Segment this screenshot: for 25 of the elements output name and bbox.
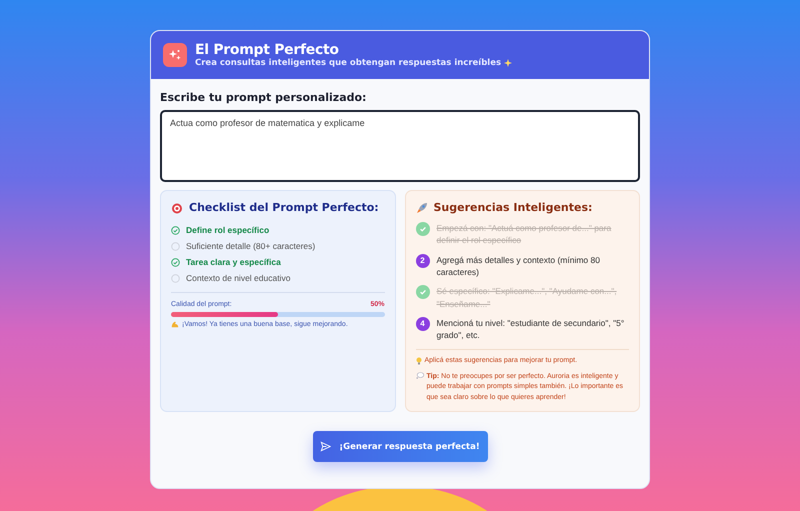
checklist-title: Checklist del Prompt Perfecto:: [189, 201, 379, 214]
sparkle-icon: [504, 59, 512, 67]
checklist-item: Tarea clara y específica: [186, 257, 281, 267]
suggestions-title: Sugerencias Inteligentes:: [434, 201, 592, 214]
suggestion-text: Sé específico: "Explicame...", "Ayudame con...", "Enseñame...": [436, 285, 618, 310]
target-icon: [171, 202, 183, 214]
flexed-arm-icon: [171, 320, 179, 328]
checklist-item: Contexto de nivel educativo: [186, 273, 290, 283]
lightbulb-icon: [416, 356, 422, 364]
suggestion-text: Empezá con: "Actuá como profesor de..." para definir el rol específico: [436, 222, 612, 247]
checklist-item: Define rol específico: [186, 225, 270, 235]
suggestion-text: Agregá más detalles y contexto (mínimo 80 caracteres): [436, 254, 601, 278]
checklist-item: Suficiente detalle (80+ caracteres): [186, 241, 316, 251]
thought-bubble-icon: [416, 372, 424, 378]
suggestion-text: Mencioná tu nivel: "estudiante de secundario", "5° grado", etc.: [436, 316, 626, 342]
send-icon: [320, 441, 332, 452]
step-number-badge: 4: [416, 316, 430, 331]
rocket-icon: [416, 202, 428, 214]
sparkle-icon: [163, 43, 187, 67]
app-subtitle: Crea consultas inteligentes que obtengan respuestas increíbles: [195, 58, 502, 68]
prompt-textarea[interactable]: Actua como profesor de matematica y explicame: [160, 110, 640, 182]
step-number-badge: 2: [416, 254, 430, 268]
app-title: El Prompt Perfecto: [195, 42, 340, 58]
generate-button[interactable]: ¡Generar respuesta perfecta!: [312, 431, 488, 462]
prompt-label: Escribe tu prompt personalizado:: [160, 91, 368, 104]
